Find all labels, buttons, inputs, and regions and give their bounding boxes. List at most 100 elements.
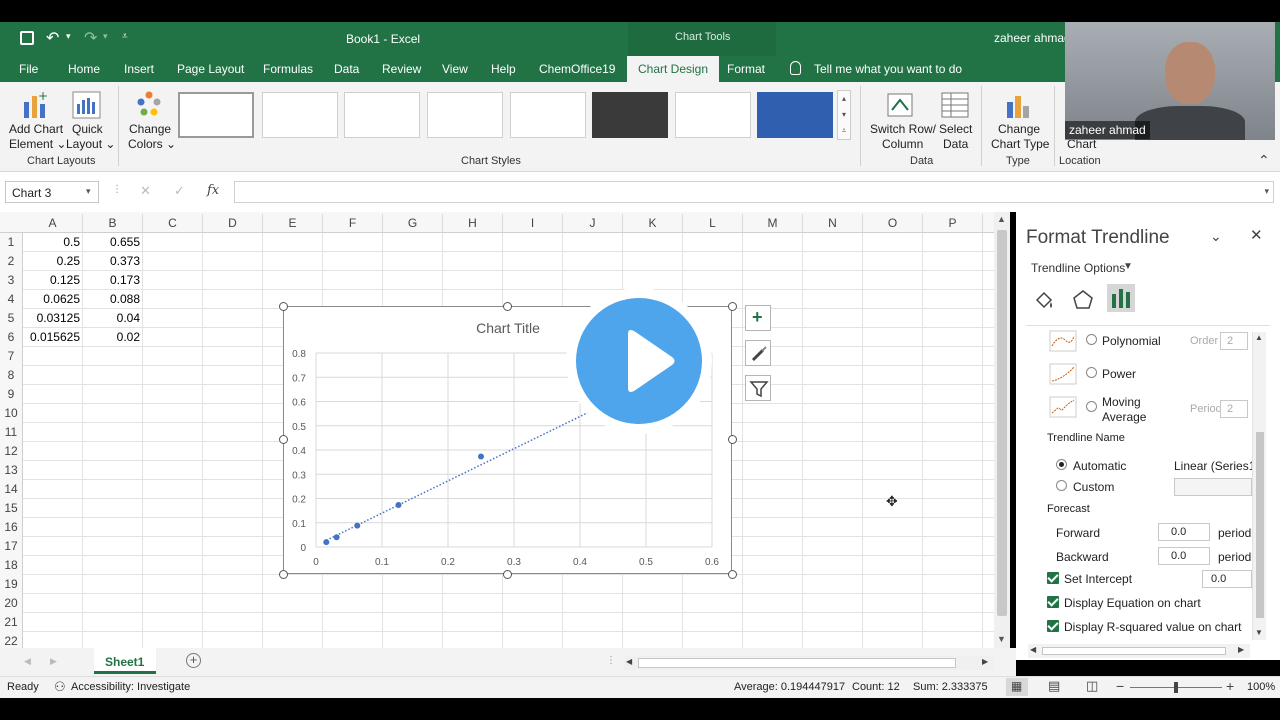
power-label[interactable]: Power: [1102, 367, 1136, 381]
new-sheet-icon[interactable]: +: [186, 653, 201, 668]
cell[interactable]: 0.03125: [23, 309, 83, 328]
scroll-thumb[interactable]: [997, 230, 1007, 616]
scroll-down-icon[interactable]: ▼: [997, 634, 1006, 644]
hscroll-thumb[interactable]: [638, 658, 956, 668]
tell-me-search[interactable]: Tell me what you want to do: [814, 62, 962, 76]
tab-data[interactable]: Data: [334, 62, 359, 76]
pane-scroll-down-icon[interactable]: ▼: [1255, 628, 1263, 637]
worksheet-grid[interactable]: ABCDEFGHIJKLMNOP 1 2 3 4 5 6 7 8 9 10 11 12 13 14 15 16…: [0, 212, 1010, 648]
redo-dropdown-icon[interactable]: ▾: [103, 31, 108, 42]
undo-dropdown-icon[interactable]: ▾: [66, 31, 71, 42]
cell[interactable]: 0.0625: [23, 290, 83, 309]
set-intercept-label[interactable]: Set Intercept: [1064, 572, 1132, 586]
status-count[interactable]: Count: 12: [852, 681, 900, 693]
chart-filters-button[interactable]: [745, 375, 771, 401]
backward-input[interactable]: 0.0: [1158, 547, 1210, 565]
resize-handle-bm[interactable]: [503, 570, 512, 579]
zoom-slider-thumb[interactable]: [1174, 682, 1178, 693]
zoom-slider[interactable]: [1130, 682, 1222, 693]
enter-icon[interactable]: ✓: [174, 183, 185, 199]
tab-view[interactable]: View: [442, 62, 468, 76]
chevron-down-icon[interactable]: ▼: [1123, 261, 1133, 272]
styles-scroll[interactable]: ▴ ▾ ⩡: [837, 90, 851, 140]
close-icon[interactable]: ✕: [1250, 226, 1263, 244]
automatic-radio[interactable]: [1056, 459, 1067, 470]
tab-file[interactable]: File: [19, 62, 38, 76]
chart-style-8[interactable]: [757, 92, 833, 138]
chevron-down-icon[interactable]: ▾: [86, 186, 91, 197]
tab-home[interactable]: Home: [68, 62, 100, 76]
scroll-up-icon[interactable]: ▲: [997, 214, 1006, 224]
tab-format[interactable]: Format: [727, 62, 765, 76]
display-rsquared-checkbox[interactable]: [1047, 620, 1059, 632]
resize-handle-tl[interactable]: [279, 302, 288, 311]
moving-average-radio[interactable]: [1086, 401, 1097, 412]
cell[interactable]: 0.5: [23, 233, 83, 252]
formula-input[interactable]: ▾: [234, 181, 1274, 203]
chart-style-6[interactable]: [592, 92, 668, 138]
effects-icon[interactable]: [1071, 288, 1095, 312]
chart-style-5[interactable]: [510, 92, 586, 138]
display-equation-label[interactable]: Display Equation on chart: [1064, 596, 1201, 610]
vertical-scrollbar[interactable]: ▲ ▼: [994, 212, 1010, 648]
page-layout-view-icon[interactable]: ▤: [1048, 678, 1060, 694]
fill-line-icon[interactable]: [1032, 288, 1056, 312]
cell[interactable]: 0.173: [83, 271, 143, 290]
change-colors-button[interactable]: Change Colors ⌄: [124, 86, 176, 152]
scroll-right-icon[interactable]: ▶: [982, 657, 988, 666]
change-chart-type-button[interactable]: Change Chart Type: [987, 86, 1049, 152]
custom-label[interactable]: Custom: [1073, 480, 1114, 494]
polynomial-radio[interactable]: [1086, 334, 1097, 345]
accessibility-status[interactable]: Accessibility: Investigate: [71, 681, 190, 693]
zoom-out-icon[interactable]: −: [1116, 678, 1124, 694]
add-chart-element-button[interactable]: + Add Chart Element ⌄: [6, 86, 66, 152]
pane-scroll-left-icon[interactable]: ◀: [1030, 645, 1036, 654]
pane-horizontal-scrollbar[interactable]: ◀ ▶: [1028, 644, 1250, 658]
tab-chart-design[interactable]: Chart Design: [627, 56, 720, 82]
resize-handle-bl[interactable]: [279, 570, 288, 579]
trendline-options-icon[interactable]: [1107, 284, 1135, 312]
collapse-ribbon-icon[interactable]: ⌃: [1258, 152, 1270, 169]
select-data-button[interactable]: Select Data: [936, 86, 974, 152]
order-input[interactable]: 2: [1220, 332, 1248, 350]
play-button[interactable]: [566, 288, 712, 434]
cell[interactable]: 0.088: [83, 290, 143, 309]
resize-handle-ml[interactable]: [279, 435, 288, 444]
display-equation-checkbox[interactable]: [1047, 596, 1059, 608]
status-average[interactable]: Average: 0.194447917: [734, 681, 845, 693]
tab-review[interactable]: Review: [382, 62, 421, 76]
pane-scroll-thumb[interactable]: [1256, 432, 1264, 618]
normal-view-icon[interactable]: ▦: [1006, 678, 1028, 696]
chart-style-4[interactable]: [427, 92, 503, 138]
pane-vertical-scrollbar[interactable]: ▲ ▼: [1252, 332, 1266, 640]
tab-formulas[interactable]: Formulas: [263, 62, 313, 76]
previous-sheet-icon[interactable]: ◀: [24, 656, 31, 667]
expand-formula-icon[interactable]: ▾: [1264, 186, 1269, 197]
chart-title[interactable]: Chart Title: [476, 320, 540, 336]
next-sheet-icon[interactable]: ▶: [50, 656, 57, 667]
chart-styles-button[interactable]: [745, 340, 771, 366]
cell[interactable]: 0.04: [83, 309, 143, 328]
data-point[interactable]: [354, 522, 361, 529]
cell[interactable]: 0.25: [23, 252, 83, 271]
horizontal-scrollbar[interactable]: ◀ ▶: [624, 656, 994, 670]
cell[interactable]: 0.125: [23, 271, 83, 290]
cancel-icon[interactable]: ✕: [140, 183, 151, 199]
chart-style-1[interactable]: [178, 92, 254, 138]
custom-name-input[interactable]: [1174, 478, 1252, 496]
chart-elements-button[interactable]: +: [745, 305, 771, 331]
moving-average-label-2[interactable]: Average: [1102, 410, 1146, 424]
data-point[interactable]: [323, 539, 330, 546]
status-sum[interactable]: Sum: 2.333375: [913, 681, 988, 693]
tab-chemoffice[interactable]: ChemOffice19: [539, 62, 615, 76]
page-break-view-icon[interactable]: ◫: [1086, 678, 1098, 694]
name-box[interactable]: Chart 3 ▾: [5, 181, 99, 203]
custom-radio[interactable]: [1056, 480, 1067, 491]
chart-style-7[interactable]: [675, 92, 751, 138]
tab-help[interactable]: Help: [491, 62, 516, 76]
pane-scroll-right-icon[interactable]: ▶: [1238, 645, 1244, 654]
trendline-options-tab[interactable]: Trendline Options: [1031, 261, 1125, 275]
sheet-tab-sheet1[interactable]: Sheet1: [94, 648, 156, 674]
pane-options-icon[interactable]: ⌄: [1210, 228, 1222, 245]
pane-scroll-up-icon[interactable]: ▲: [1255, 333, 1263, 342]
